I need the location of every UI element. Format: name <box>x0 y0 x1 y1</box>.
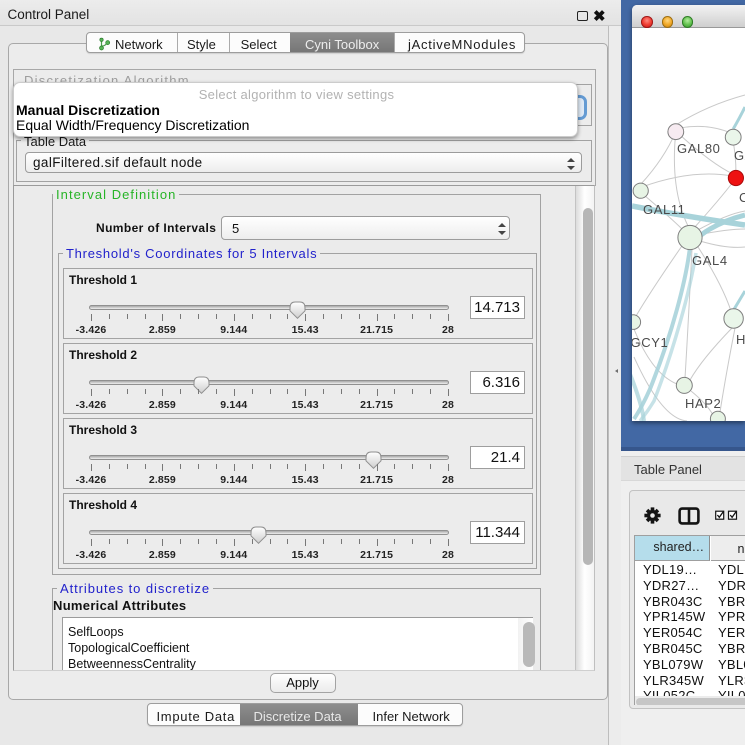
svg-text:HA: HA <box>736 332 745 347</box>
svg-text:GAL2: GAL2 <box>734 148 745 163</box>
svg-text:HAP2: HAP2 <box>685 396 721 411</box>
svg-text:GAL4: GAL4 <box>692 253 728 268</box>
svg-text:GAL80: GAL80 <box>677 141 720 156</box>
svg-text:CY: CY <box>739 190 745 205</box>
svg-text:GAL11: GAL11 <box>643 202 686 217</box>
svg-text:GCY1: GCY1 <box>632 335 668 350</box>
